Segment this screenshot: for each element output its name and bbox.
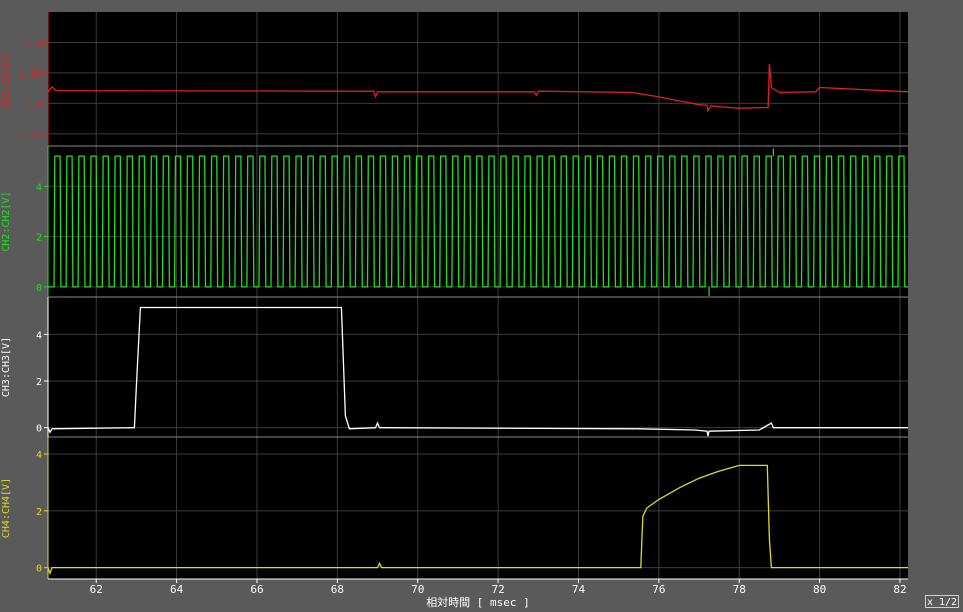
y-tick-label: 2 — [36, 507, 42, 518]
x-tick-label: 66 — [250, 583, 263, 596]
y-tick-label: 2 — [36, 233, 42, 244]
channel-label: CH1:CH1[V] — [1, 49, 12, 109]
zoom-level-indicator[interactable]: x 1/2 — [925, 595, 959, 608]
y-tick-label: 1.35 — [18, 69, 42, 80]
x-tick-label: 82 — [893, 583, 906, 596]
y-tick-label: 1.25 — [18, 130, 42, 141]
y-tick-label: 4 — [36, 450, 42, 461]
channel-label: CH2:CH2[V] — [1, 191, 12, 251]
x-axis: 62 64 66 68 70 72 74 76 78 80 82 — [48, 578, 908, 596]
y-tick-label: 2 — [36, 377, 42, 388]
y-tick-label: 4 — [36, 182, 42, 193]
x-tick-label: 74 — [572, 583, 586, 596]
oscilloscope-chart: 1.4 1.35 1.3 1.25 CH1:CH1[V] 0 2 4 CH2:CH2[V] 0 2 4… — [1, 12, 909, 609]
x-tick-label: 78 — [733, 583, 746, 596]
x-tick-label: 80 — [813, 583, 826, 596]
channel-label: CH4:CH4[V] — [1, 478, 12, 538]
x-axis-title: 相対時間 [ msec ] — [426, 595, 530, 609]
y-tick-label: 1.4 — [24, 38, 42, 49]
x-tick-label: 64 — [170, 583, 184, 596]
channel-label: CH3:CH3[V] — [1, 337, 12, 397]
y-tick-label: 1.3 — [24, 99, 42, 110]
y-tick-label: 0 — [36, 564, 42, 575]
x-tick-label: 72 — [491, 583, 504, 596]
y-tick-label: 0 — [36, 283, 42, 294]
x-tick-label: 76 — [652, 583, 665, 596]
x-tick-label: 70 — [411, 583, 424, 596]
x-tick-label: 68 — [331, 583, 344, 596]
channel-y-axes: 1.4 1.35 1.3 1.25 CH1:CH1[V] 0 2 4 CH2:CH2[V] 0 2 4… — [1, 12, 49, 579]
y-tick-label: 4 — [36, 330, 42, 341]
x-tick-label: 62 — [90, 583, 103, 596]
y-tick-label: 0 — [36, 424, 42, 435]
